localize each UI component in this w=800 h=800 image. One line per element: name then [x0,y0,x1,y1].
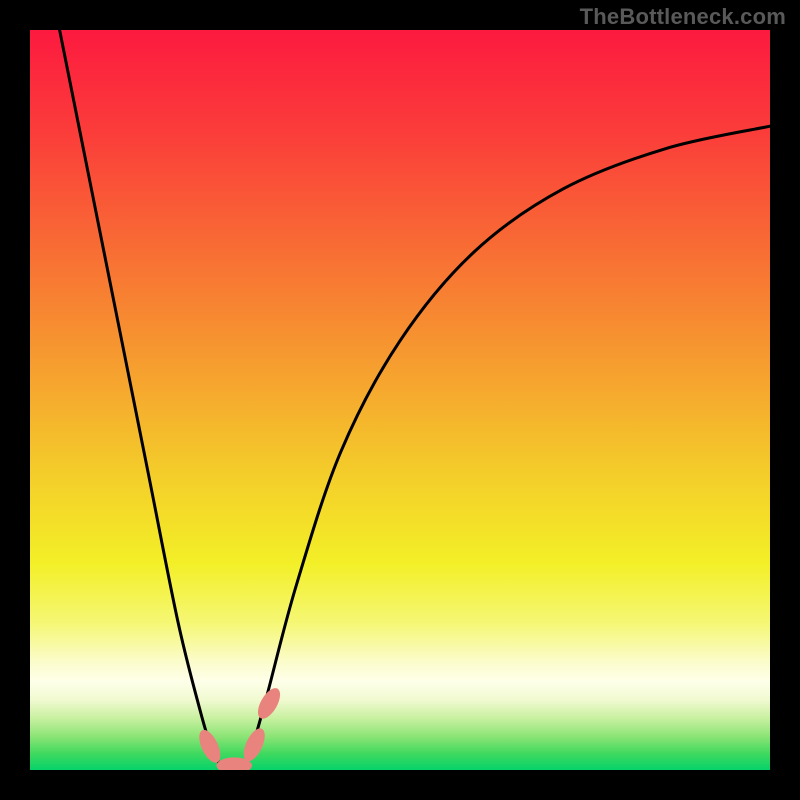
gradient-background [30,30,770,770]
plot-svg [30,30,770,770]
chart-frame: TheBottleneck.com [0,0,800,800]
plot-area [30,30,770,770]
watermark-text: TheBottleneck.com [580,4,786,30]
